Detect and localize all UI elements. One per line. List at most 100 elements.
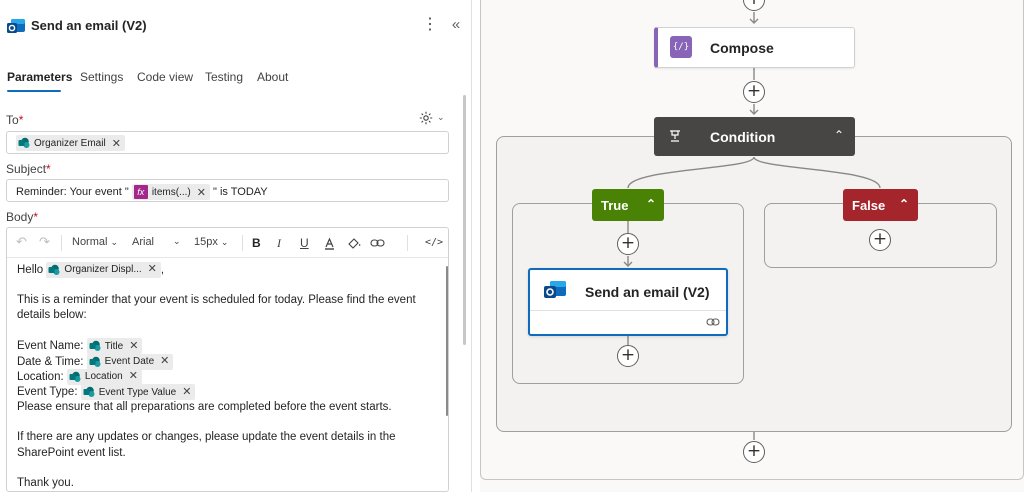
panel-scrollbar[interactable] [463, 95, 466, 345]
tab-testing[interactable]: Testing [205, 70, 243, 84]
toolbar-divider [61, 235, 62, 251]
bold-button[interactable]: B [252, 236, 261, 250]
paragraph-style-dropdown[interactable]: Normal ⌄ [72, 236, 118, 248]
sharepoint-icon [18, 137, 30, 148]
branch-label-text: True [601, 198, 629, 213]
event-name-line: Event Name: Title ✕ [17, 338, 437, 355]
token-label: items(...) [151, 186, 191, 198]
token-label: Organizer Email [34, 137, 106, 149]
token-items-expression[interactable]: fx items(...) ✕ [131, 184, 210, 200]
close-icon[interactable]: ✕ [129, 369, 138, 384]
close-icon[interactable]: ✕ [197, 186, 206, 199]
body-text-line: This is a reminder that your event is sc… [17, 293, 416, 306]
true-branch-label[interactable]: True ⌃ [592, 189, 664, 221]
token-location[interactable]: Location ✕ [66, 369, 142, 386]
body-text-line: SharePoint event list. [17, 446, 126, 459]
subject-suffix: " is TODAY [212, 185, 268, 198]
chevron-up-icon[interactable]: ⌃ [899, 197, 909, 211]
condition-icon [670, 130, 680, 142]
date-time-line: Date & Time: Event Date ✕ [17, 353, 437, 370]
chevron-down-icon[interactable]: ⌄ [173, 236, 181, 247]
double-chevron-left-icon[interactable]: « [448, 15, 464, 35]
subject-field[interactable]: Reminder: Your event " fx items(...) ✕ "… [6, 179, 449, 202]
token-organizer-email[interactable]: Organizer Email ✕ [16, 135, 125, 151]
body-text-line: details below: [17, 308, 87, 321]
location-line: Location: Location ✕ [17, 369, 437, 386]
panel-title: Send an email (V2) [31, 18, 147, 33]
send-email-action-card[interactable]: Send an email (V2) [528, 268, 728, 336]
close-icon[interactable]: ✕ [148, 262, 157, 277]
toolbar-divider [242, 235, 243, 251]
italic-button[interactable]: I [277, 236, 281, 251]
event-type-line: Event Type: Event Type Value ✕ [17, 384, 437, 401]
subject-prefix: Reminder: Your event " [16, 185, 129, 198]
subject-label: Subject* [6, 162, 51, 176]
body-editor[interactable]: ↶ ↷ Normal ⌄ Arial ⌄ 15px ⌄ B I U </> He… [6, 227, 449, 492]
properties-panel: Send an email (V2) ⋮ « Parameters Settin… [0, 0, 466, 492]
tab-settings[interactable]: Settings [80, 70, 123, 84]
compose-action-card[interactable]: {/} Compose [654, 27, 855, 68]
sharepoint-icon [89, 341, 101, 352]
outlook-icon [7, 19, 25, 33]
gear-icon[interactable] [419, 111, 433, 125]
highlight-icon[interactable] [347, 236, 362, 250]
add-step-button[interactable]: + [743, 81, 765, 103]
undo-icon[interactable]: ↶ [16, 234, 27, 250]
field-label: Event Name: [17, 340, 84, 353]
false-branch-label[interactable]: False ⌃ [843, 189, 918, 221]
condition-title: Condition [710, 129, 776, 145]
add-step-button[interactable]: + [869, 229, 891, 251]
sharepoint-icon [83, 387, 95, 398]
token-event-date[interactable]: Event Date ✕ [86, 353, 174, 370]
close-icon[interactable]: ✕ [129, 339, 138, 354]
close-icon[interactable]: ✕ [182, 385, 191, 400]
tab-code-view[interactable]: Code view [137, 70, 193, 84]
code-view-toggle[interactable]: </> [425, 237, 443, 248]
font-dropdown[interactable]: Arial [132, 236, 154, 248]
function-icon: fx [133, 185, 148, 199]
token-title[interactable]: Title ✕ [86, 338, 143, 355]
panel-tabs: Parameters Settings Code view Testing Ab… [0, 66, 466, 94]
condition-card[interactable]: Condition ⌃ [654, 117, 855, 156]
body-text-line: Please ensure that all preparations are … [17, 400, 392, 413]
font-size-dropdown[interactable]: 15px ⌄ [194, 236, 228, 248]
body-label: Body* [6, 210, 39, 224]
body-content[interactable]: Hello Organizer Displ... ✕ , This is a r… [17, 262, 437, 491]
chevron-down-icon[interactable]: ⌄ [437, 112, 445, 123]
more-vertical-icon[interactable]: ⋮ [422, 15, 438, 35]
font-color-icon[interactable] [323, 237, 336, 250]
close-icon[interactable]: ✕ [160, 354, 169, 369]
greeting-line: Hello Organizer Displ... ✕ , [17, 262, 437, 278]
panel-header: Send an email (V2) ⋮ « [0, 0, 466, 52]
outlook-icon [544, 281, 566, 298]
add-step-button[interactable]: + [617, 233, 639, 255]
add-step-button[interactable]: + [617, 345, 639, 367]
toolbar-divider [407, 235, 408, 251]
greeting-text: Hello [17, 264, 44, 277]
field-label: Date & Time: [17, 355, 84, 368]
redo-icon[interactable]: ↷ [39, 234, 50, 250]
link-icon[interactable] [370, 238, 385, 248]
link-icon[interactable] [706, 317, 720, 327]
token-label: Title [104, 340, 124, 352]
token-event-type-value[interactable]: Event Type Value ✕ [80, 384, 196, 401]
field-label: Event Type: [17, 386, 78, 399]
token-label: Event Type Value [98, 386, 177, 398]
card-divider [530, 310, 726, 311]
to-label: To* [6, 113, 24, 127]
tab-about[interactable]: About [257, 70, 288, 84]
underline-button[interactable]: U [300, 236, 309, 250]
chevron-up-icon[interactable]: ⌃ [646, 197, 656, 211]
token-organizer-display-name[interactable]: Organizer Displ... ✕ [46, 262, 161, 278]
close-icon[interactable]: ✕ [112, 137, 121, 150]
panel-splitter[interactable] [471, 0, 472, 492]
sharepoint-icon [69, 371, 81, 383]
to-field[interactable]: Organizer Email ✕ [6, 131, 449, 154]
sharepoint-icon [89, 356, 101, 367]
curly-braces-icon: {/} [670, 36, 692, 58]
token-label: Location [84, 371, 123, 383]
chevron-up-icon[interactable]: ⌃ [834, 128, 844, 142]
tab-parameters[interactable]: Parameters [7, 70, 72, 84]
editor-scrollbar[interactable] [446, 266, 448, 416]
add-step-button[interactable]: + [743, 441, 765, 463]
